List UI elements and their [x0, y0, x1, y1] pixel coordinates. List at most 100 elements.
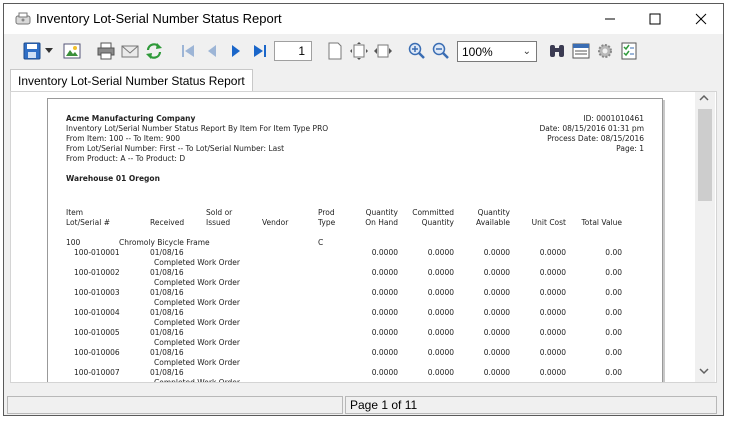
header-lot-serial: Lot/Serial #	[66, 218, 110, 227]
fit-width-icon	[374, 44, 392, 58]
on-hand-qty: 0.0000	[371, 328, 398, 337]
header-on-hand: On Hand	[365, 218, 398, 227]
page-number-input[interactable]: 1	[274, 41, 312, 61]
committed-qty: 0.0000	[427, 348, 454, 357]
email-button[interactable]	[119, 40, 141, 62]
window-title: Inventory Lot-Serial Number Status Repor…	[36, 11, 282, 26]
last-page-button[interactable]	[249, 40, 271, 62]
next-page-button[interactable]	[225, 40, 247, 62]
total-value: 0.00	[605, 248, 622, 257]
on-hand-qty: 0.0000	[371, 288, 398, 297]
lot-serial-number: 100-010003	[74, 288, 120, 297]
status-message	[7, 396, 343, 414]
close-button[interactable]	[678, 4, 723, 34]
zoom-in-button[interactable]	[406, 40, 428, 62]
title-bar: Inventory Lot-Serial Number Status Repor…	[4, 4, 723, 34]
unit-cost: 0.0000	[539, 268, 566, 277]
row-note: Completed Work Order	[154, 358, 240, 367]
first-page-button[interactable]	[177, 40, 199, 62]
export-image-button[interactable]	[61, 40, 83, 62]
received-date: 01/08/16	[150, 288, 184, 297]
chevron-down-icon: ⌄	[522, 46, 531, 57]
header-sold-or: Sold or	[206, 208, 233, 217]
total-value: 0.00	[605, 348, 622, 357]
save-dropdown-button[interactable]	[43, 40, 55, 62]
unit-cost: 0.0000	[539, 348, 566, 357]
unit-cost: 0.0000	[539, 368, 566, 377]
header-available: Available	[476, 218, 510, 227]
available-qty: 0.0000	[483, 268, 510, 277]
zoom-out-icon	[432, 42, 449, 59]
lot-serial-number: 100-010005	[74, 328, 120, 337]
minimize-icon	[605, 18, 615, 20]
print-button[interactable]	[95, 40, 117, 62]
unit-cost: 0.0000	[539, 288, 566, 297]
status-bar: Page 1 of 11	[4, 393, 723, 415]
refresh-icon	[146, 43, 162, 59]
tab-row: Inventory Lot-Serial Number Status Repor…	[4, 67, 723, 92]
toolbar: 1 100% ⌄	[4, 35, 723, 67]
total-value: 0.00	[605, 268, 622, 277]
refresh-button[interactable]	[143, 40, 165, 62]
report-viewport[interactable]: Acme Manufacturing Company Inventory Lot…	[10, 91, 717, 383]
header-item: Item	[66, 208, 84, 217]
scroll-down-icon[interactable]	[699, 367, 709, 375]
header-unit-cost: Unit Cost	[531, 218, 566, 227]
lot-serial-number: 100-010006	[74, 348, 120, 357]
available-qty: 0.0000	[483, 288, 510, 297]
from-product-line: From Product: A -- To Product: D	[66, 154, 186, 163]
lot-serial-number: 100-010002	[74, 268, 120, 277]
binoculars-icon	[550, 45, 564, 57]
scrollbar-thumb[interactable]	[698, 109, 712, 201]
zoom-select[interactable]: 100% ⌄	[457, 41, 537, 62]
report-page: Acme Manufacturing Company Inventory Lot…	[47, 98, 663, 382]
fit-page-icon	[350, 42, 368, 60]
prev-page-icon	[208, 45, 216, 57]
maximize-button[interactable]	[632, 4, 678, 34]
scroll-up-icon[interactable]	[699, 94, 709, 102]
page-view-button[interactable]	[324, 40, 346, 62]
header-quantity-available: Quantity	[477, 208, 510, 217]
zoom-value: 100%	[462, 45, 493, 59]
next-page-icon	[232, 45, 240, 57]
fit-page-button[interactable]	[348, 40, 370, 62]
report-id: ID: 0001010461	[583, 114, 644, 123]
gear-icon	[598, 44, 612, 58]
group-tree-button[interactable]	[570, 40, 592, 62]
vertical-scrollbar[interactable]	[695, 92, 715, 382]
maximize-icon	[649, 13, 661, 25]
parameters-button[interactable]	[618, 40, 640, 62]
available-qty: 0.0000	[483, 328, 510, 337]
from-lot-line: From Lot/Serial Number: First -- To Lot/…	[66, 144, 285, 153]
committed-qty: 0.0000	[427, 328, 454, 337]
minimize-button[interactable]	[587, 4, 633, 34]
row-note: Completed Work Order	[154, 318, 240, 327]
settings-button[interactable]	[594, 40, 616, 62]
on-hand-qty: 0.0000	[371, 348, 398, 357]
on-hand-qty: 0.0000	[371, 368, 398, 377]
header-quantity-onhand: Quantity	[365, 208, 398, 217]
received-date: 01/08/16	[150, 308, 184, 317]
available-qty: 0.0000	[483, 368, 510, 377]
status-page-indicator: Page 1 of 11	[345, 396, 717, 414]
find-button[interactable]	[546, 40, 568, 62]
zoom-out-button[interactable]	[430, 40, 452, 62]
prev-page-button[interactable]	[201, 40, 223, 62]
total-value: 0.00	[605, 308, 622, 317]
lot-serial-number: 100-010001	[74, 248, 120, 257]
tab-report[interactable]: Inventory Lot-Serial Number Status Repor…	[10, 69, 253, 92]
total-value: 0.00	[605, 288, 622, 297]
available-qty: 0.0000	[483, 348, 510, 357]
first-page-icon	[182, 45, 194, 57]
fit-width-button[interactable]	[372, 40, 394, 62]
on-hand-qty: 0.0000	[371, 308, 398, 317]
report-page-number: Page: 1	[616, 144, 644, 153]
total-value: 0.00	[605, 328, 622, 337]
report-viewer-window: Inventory Lot-Serial Number Status Repor…	[3, 3, 724, 416]
checklist-icon	[621, 42, 637, 60]
process-date: Process Date: 08/15/2016	[547, 134, 644, 143]
save-button[interactable]	[21, 40, 43, 62]
chevron-down-icon	[45, 48, 53, 53]
last-page-icon	[254, 45, 266, 57]
committed-qty: 0.0000	[427, 268, 454, 277]
